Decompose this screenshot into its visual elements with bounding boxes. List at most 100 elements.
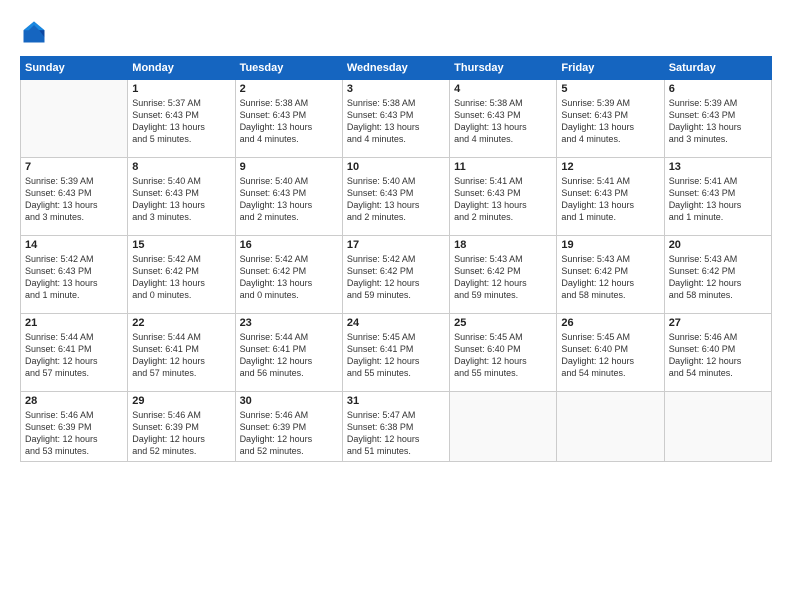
calendar-cell: 8 Sunrise: 5:40 AMSunset: 6:43 PMDaylight… (128, 158, 235, 236)
calendar-cell: 3Sunrise: 5:38 AMSunset: 6:43 PMDaylight… (342, 80, 449, 158)
day-info: Sunrise: 5:47 AMSunset: 6:38 PMDaylight:… (347, 409, 445, 458)
calendar-cell (557, 392, 664, 462)
day-info: Sunrise: 5:40 AMSunset: 6:43 PMDaylight:… (240, 175, 338, 224)
day-info: Sunrise: 5:40 AMSunset: 6:43 PMDaylight:… (132, 175, 230, 224)
calendar-cell: 12Sunrise: 5:41 AMSunset: 6:43 PMDayligh… (557, 158, 664, 236)
calendar-cell: 9 Sunrise: 5:40 AMSunset: 6:43 PMDaylight… (235, 158, 342, 236)
calendar-cell: 13 Sunrise: 5:41 AMSunset: 6:43 PMDayligh… (664, 158, 771, 236)
day-info: Sunrise: 5:41 AMSunset: 6:43 PMDaylight:… (561, 175, 659, 224)
day-number: 23 (240, 317, 338, 329)
day-number: 9 (240, 161, 338, 173)
day-number: 2 (240, 83, 338, 95)
calendar-cell: 6 Sunrise: 5:39 AMSunset: 6:43 PMDaylight… (664, 80, 771, 158)
day-number: 24 (347, 317, 445, 329)
page: SundayMondayTuesdayWednesdayThursdayFrid… (0, 0, 792, 612)
day-number: 22 (132, 317, 230, 329)
calendar-cell: 11Sunrise: 5:41 AMSunset: 6:43 PMDayligh… (450, 158, 557, 236)
day-info: Sunrise: 5:45 AMSunset: 6:40 PMDaylight:… (561, 331, 659, 380)
day-number: 19 (561, 239, 659, 251)
calendar-cell (450, 392, 557, 462)
logo-icon (20, 18, 48, 46)
calendar-cell (21, 80, 128, 158)
day-info: Sunrise: 5:38 AMSunset: 6:43 PMDaylight:… (347, 97, 445, 146)
header (20, 18, 772, 46)
calendar-cell: 29 Sunrise: 5:46 AMSunset: 6:39 PMDayligh… (128, 392, 235, 462)
day-number: 17 (347, 239, 445, 251)
calendar-cell: 5 Sunrise: 5:39 AMSunset: 6:43 PMDaylight… (557, 80, 664, 158)
day-info: Sunrise: 5:43 AMSunset: 6:42 PMDaylight:… (454, 253, 552, 302)
day-info: Sunrise: 5:39 AMSunset: 6:43 PMDaylight:… (25, 175, 123, 224)
calendar-cell: 1 Sunrise: 5:37 AMSunset: 6:43 PMDaylight… (128, 80, 235, 158)
calendar-week: 1 Sunrise: 5:37 AMSunset: 6:43 PMDaylight… (21, 80, 772, 158)
day-number: 6 (669, 83, 767, 95)
day-number: 18 (454, 239, 552, 251)
calendar-cell: 15Sunrise: 5:42 AMSunset: 6:42 PMDayligh… (128, 236, 235, 314)
day-info: Sunrise: 5:38 AMSunset: 6:43 PMDaylight:… (240, 97, 338, 146)
weekday-header: Monday (128, 57, 235, 80)
day-number: 30 (240, 395, 338, 407)
day-info: Sunrise: 5:42 AMSunset: 6:42 PMDaylight:… (132, 253, 230, 302)
logo (20, 18, 52, 46)
calendar-cell: 26 Sunrise: 5:45 AMSunset: 6:40 PMDayligh… (557, 314, 664, 392)
day-number: 25 (454, 317, 552, 329)
day-number: 21 (25, 317, 123, 329)
day-number: 14 (25, 239, 123, 251)
day-info: Sunrise: 5:41 AMSunset: 6:43 PMDaylight:… (669, 175, 767, 224)
day-number: 5 (561, 83, 659, 95)
calendar-cell: 25 Sunrise: 5:45 AMSunset: 6:40 PMDayligh… (450, 314, 557, 392)
weekday-header: Saturday (664, 57, 771, 80)
day-info: Sunrise: 5:45 AMSunset: 6:41 PMDaylight:… (347, 331, 445, 380)
day-number: 1 (132, 83, 230, 95)
calendar-cell: 28 Sunrise: 5:46 AMSunset: 6:39 PMDayligh… (21, 392, 128, 462)
day-info: Sunrise: 5:39 AMSunset: 6:43 PMDaylight:… (561, 97, 659, 146)
calendar-cell: 17 Sunrise: 5:42 AMSunset: 6:42 PMDayligh… (342, 236, 449, 314)
day-number: 26 (561, 317, 659, 329)
calendar-cell: 16 Sunrise: 5:42 AMSunset: 6:42 PMDayligh… (235, 236, 342, 314)
day-number: 20 (669, 239, 767, 251)
day-info: Sunrise: 5:37 AMSunset: 6:43 PMDaylight:… (132, 97, 230, 146)
header-row: SundayMondayTuesdayWednesdayThursdayFrid… (21, 57, 772, 80)
weekday-header: Tuesday (235, 57, 342, 80)
calendar-cell: 2 Sunrise: 5:38 AMSunset: 6:43 PMDaylight… (235, 80, 342, 158)
weekday-header: Sunday (21, 57, 128, 80)
day-info: Sunrise: 5:46 AMSunset: 6:39 PMDaylight:… (25, 409, 123, 458)
day-number: 28 (25, 395, 123, 407)
day-info: Sunrise: 5:38 AMSunset: 6:43 PMDaylight:… (454, 97, 552, 146)
weekday-header: Friday (557, 57, 664, 80)
day-info: Sunrise: 5:45 AMSunset: 6:40 PMDaylight:… (454, 331, 552, 380)
day-info: Sunrise: 5:40 AMSunset: 6:43 PMDaylight:… (347, 175, 445, 224)
day-info: Sunrise: 5:42 AMSunset: 6:42 PMDaylight:… (240, 253, 338, 302)
day-info: Sunrise: 5:44 AMSunset: 6:41 PMDaylight:… (132, 331, 230, 380)
calendar-cell: 22 Sunrise: 5:44 AMSunset: 6:41 PMDayligh… (128, 314, 235, 392)
day-info: Sunrise: 5:39 AMSunset: 6:43 PMDaylight:… (669, 97, 767, 146)
weekday-header: Wednesday (342, 57, 449, 80)
day-info: Sunrise: 5:46 AMSunset: 6:39 PMDaylight:… (132, 409, 230, 458)
calendar-week: 28 Sunrise: 5:46 AMSunset: 6:39 PMDayligh… (21, 392, 772, 462)
calendar-cell: 4 Sunrise: 5:38 AMSunset: 6:43 PMDaylight… (450, 80, 557, 158)
calendar-cell: 7Sunrise: 5:39 AMSunset: 6:43 PMDaylight… (21, 158, 128, 236)
calendar-cell: 18 Sunrise: 5:43 AMSunset: 6:42 PMDayligh… (450, 236, 557, 314)
day-number: 29 (132, 395, 230, 407)
day-number: 11 (454, 161, 552, 173)
day-info: Sunrise: 5:43 AMSunset: 6:42 PMDaylight:… (669, 253, 767, 302)
day-info: Sunrise: 5:44 AMSunset: 6:41 PMDaylight:… (25, 331, 123, 380)
calendar-cell: 30 Sunrise: 5:46 AMSunset: 6:39 PMDayligh… (235, 392, 342, 462)
calendar-cell: 19 Sunrise: 5:43 AMSunset: 6:42 PMDayligh… (557, 236, 664, 314)
day-info: Sunrise: 5:42 AMSunset: 6:43 PMDaylight:… (25, 253, 123, 302)
day-number: 31 (347, 395, 445, 407)
day-info: Sunrise: 5:42 AMSunset: 6:42 PMDaylight:… (347, 253, 445, 302)
day-number: 16 (240, 239, 338, 251)
weekday-header: Thursday (450, 57, 557, 80)
day-info: Sunrise: 5:46 AMSunset: 6:40 PMDaylight:… (669, 331, 767, 380)
day-number: 8 (132, 161, 230, 173)
calendar-cell: 21 Sunrise: 5:44 AMSunset: 6:41 PMDayligh… (21, 314, 128, 392)
day-number: 13 (669, 161, 767, 173)
day-info: Sunrise: 5:43 AMSunset: 6:42 PMDaylight:… (561, 253, 659, 302)
day-number: 4 (454, 83, 552, 95)
calendar-cell: 24 Sunrise: 5:45 AMSunset: 6:41 PMDayligh… (342, 314, 449, 392)
calendar-cell: 10Sunrise: 5:40 AMSunset: 6:43 PMDayligh… (342, 158, 449, 236)
calendar-cell: 20 Sunrise: 5:43 AMSunset: 6:42 PMDayligh… (664, 236, 771, 314)
calendar-cell (664, 392, 771, 462)
day-info: Sunrise: 5:44 AMSunset: 6:41 PMDaylight:… (240, 331, 338, 380)
day-info: Sunrise: 5:46 AMSunset: 6:39 PMDaylight:… (240, 409, 338, 458)
